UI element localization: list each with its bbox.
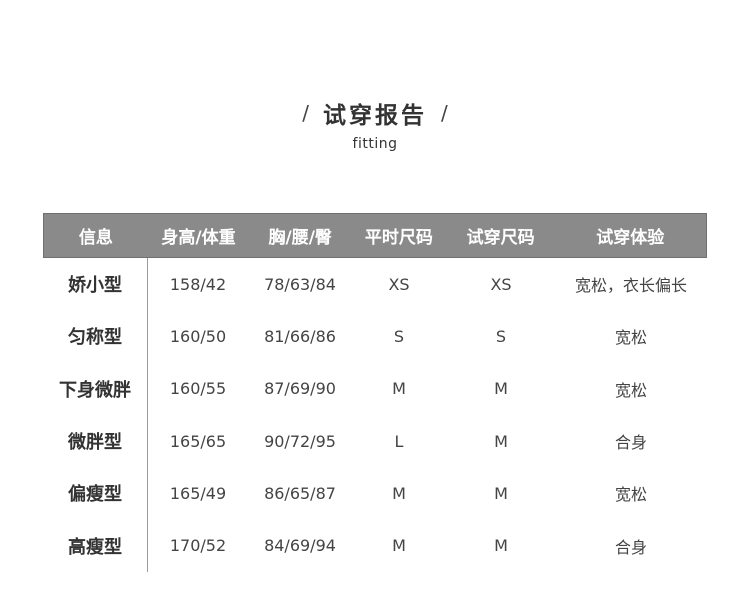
body-type-cell: 下身微胖 bbox=[59, 379, 131, 401]
table-row: 下身微胖 160/55 87/69/90 M M 宽松 bbox=[43, 363, 707, 415]
experience-cell: 合身 bbox=[614, 537, 647, 557]
measurements-cell: 90/72/95 bbox=[264, 431, 336, 451]
header-fitting-experience: 试穿体验 bbox=[596, 228, 665, 248]
header-info: 信息 bbox=[78, 228, 113, 248]
table-row: 高瘦型 170/52 84/69/94 M M 合身 bbox=[43, 519, 707, 571]
fitting-size-cell: M bbox=[494, 536, 508, 556]
body-type-cell: 匀称型 bbox=[68, 327, 122, 349]
measurements-cell: 87/69/90 bbox=[264, 379, 336, 399]
fitting-size-cell: M bbox=[494, 379, 508, 399]
height-weight-cell: 165/49 bbox=[169, 483, 227, 503]
measurements-cell: 84/69/94 bbox=[264, 536, 336, 556]
title-slash-right: / bbox=[441, 101, 448, 125]
title-slash-left: / bbox=[302, 101, 309, 125]
experience-cell: 宽松 bbox=[614, 380, 647, 400]
fitting-size-cell: M bbox=[494, 483, 508, 503]
usual-size-cell: M bbox=[392, 536, 406, 556]
usual-size-cell: S bbox=[393, 326, 405, 346]
height-weight-cell: 158/42 bbox=[169, 274, 227, 294]
height-weight-cell: 165/65 bbox=[169, 431, 227, 451]
usual-size-cell: L bbox=[394, 431, 404, 451]
experience-cell: 宽松，衣长偏长 bbox=[574, 276, 687, 296]
page-subtitle: fitting bbox=[352, 136, 398, 152]
measurements-cell: 78/63/84 bbox=[264, 274, 336, 294]
table-row: 微胖型 165/65 90/72/95 L M 合身 bbox=[43, 415, 707, 467]
table-header: 信息 身高/体重 胸/腰/臀 平时尺码 试穿尺码 试穿体验 bbox=[43, 213, 707, 258]
title-row: / 试穿报告 / bbox=[0, 96, 750, 130]
page-title: 试穿报告 bbox=[323, 103, 427, 129]
fitting-table: 信息 身高/体重 胸/腰/臀 平时尺码 试穿尺码 试穿体验 娇小型 158/42… bbox=[43, 213, 707, 572]
experience-cell: 宽松 bbox=[614, 485, 647, 505]
height-weight-cell: 170/52 bbox=[169, 536, 227, 556]
table-body: 娇小型 158/42 78/63/84 XS XS 宽松，衣长偏长 匀称型 16… bbox=[43, 258, 707, 572]
measurements-cell: 86/65/87 bbox=[264, 483, 336, 503]
body-type-cell: 微胖型 bbox=[68, 432, 122, 454]
usual-size-cell: M bbox=[392, 483, 406, 503]
experience-cell: 宽松 bbox=[614, 328, 647, 348]
usual-size-cell: XS bbox=[388, 274, 410, 294]
body-type-cell: 高瘦型 bbox=[68, 536, 122, 558]
table-row: 偏瘦型 165/49 86/65/87 M M 宽松 bbox=[43, 467, 707, 519]
column-divider bbox=[147, 258, 148, 572]
height-weight-cell: 160/50 bbox=[169, 326, 227, 346]
body-type-cell: 偏瘦型 bbox=[68, 484, 122, 506]
height-weight-cell: 160/55 bbox=[169, 379, 227, 399]
header-fitting-size: 试穿尺码 bbox=[466, 228, 535, 248]
header-height-weight: 身高/体重 bbox=[161, 228, 236, 248]
header-usual-size: 平时尺码 bbox=[364, 228, 433, 248]
measurements-cell: 81/66/86 bbox=[264, 326, 336, 346]
experience-cell: 合身 bbox=[614, 433, 647, 453]
body-type-cell: 娇小型 bbox=[68, 275, 122, 297]
report-title-block: / 试穿报告 / fitting bbox=[0, 96, 750, 152]
table-row: 匀称型 160/50 81/66/86 S S 宽松 bbox=[43, 310, 707, 362]
fitting-size-cell: XS bbox=[490, 274, 512, 294]
header-measurements: 胸/腰/臀 bbox=[268, 228, 332, 248]
fitting-size-cell: M bbox=[494, 431, 508, 451]
usual-size-cell: M bbox=[392, 379, 406, 399]
table-row: 娇小型 158/42 78/63/84 XS XS 宽松，衣长偏长 bbox=[43, 258, 707, 310]
fitting-size-cell: S bbox=[495, 326, 507, 346]
